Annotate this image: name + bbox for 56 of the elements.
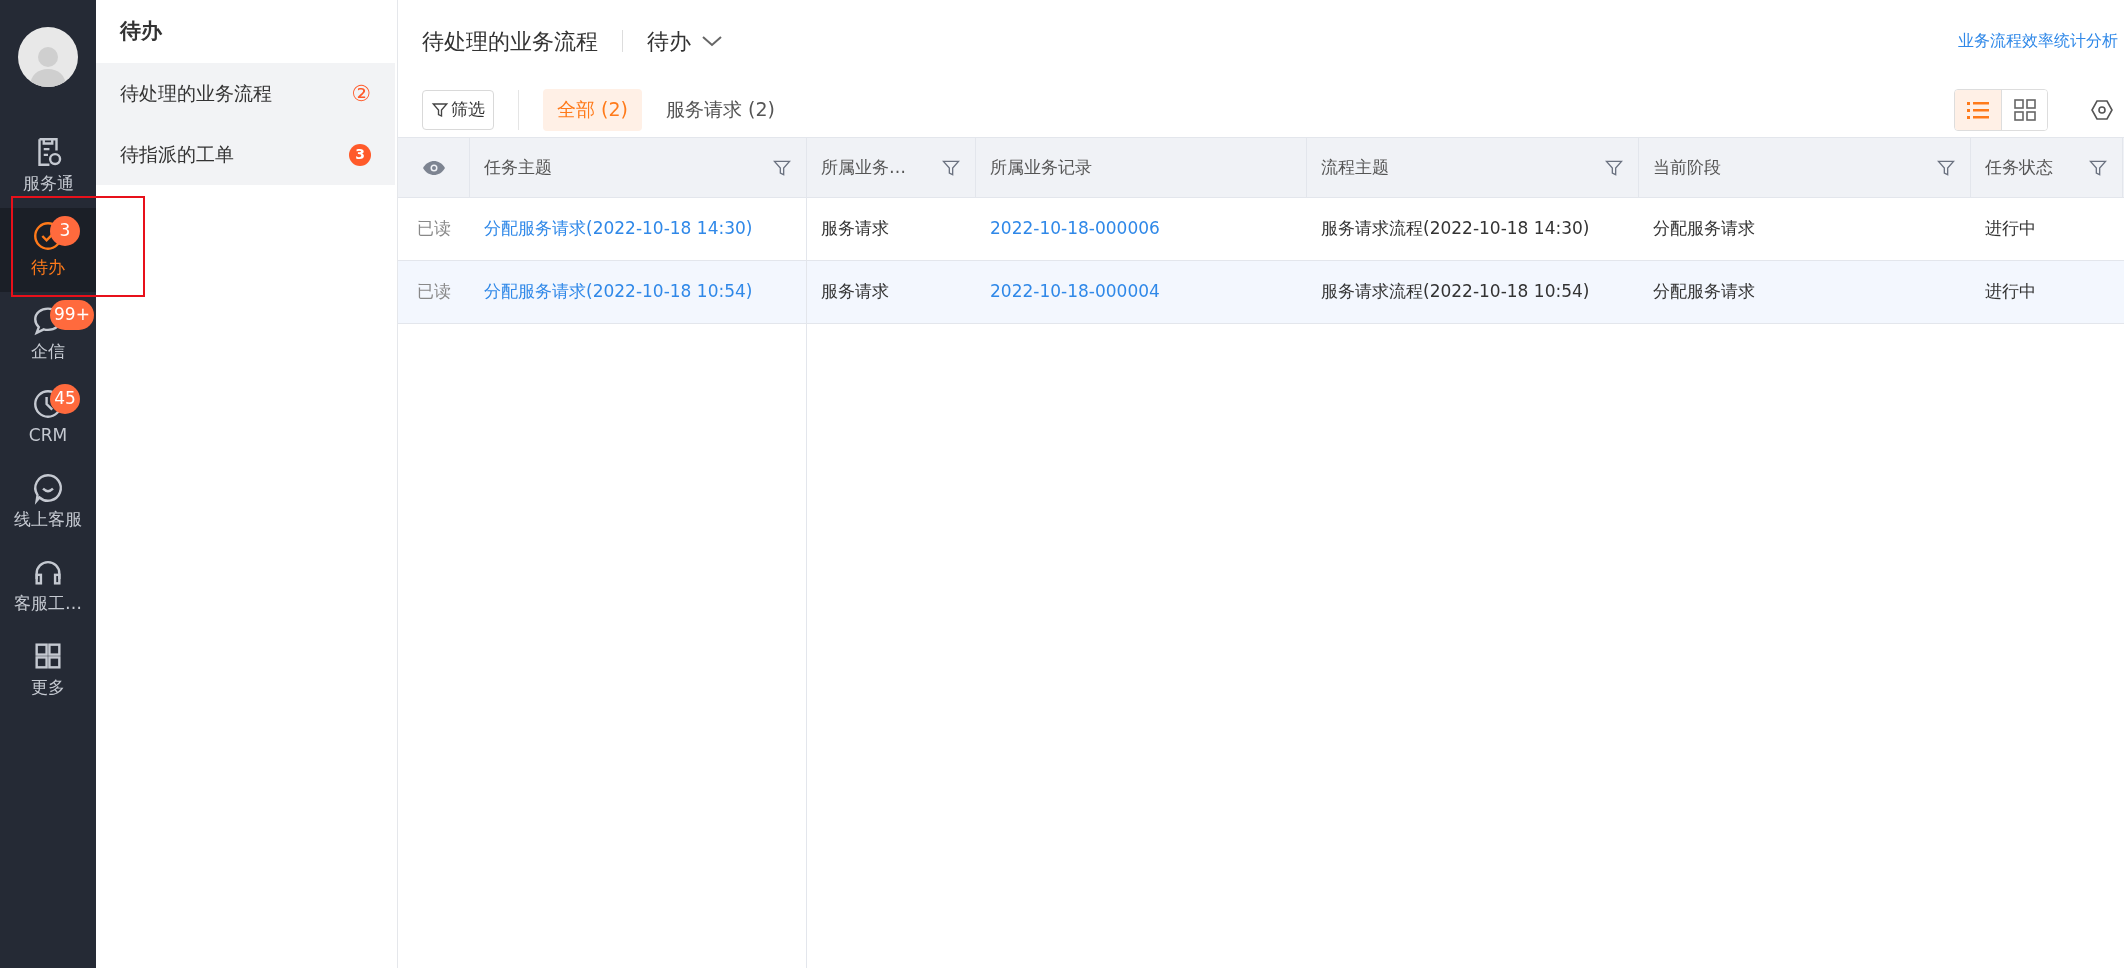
category-tab[interactable]: 服务请求 (2) bbox=[651, 88, 789, 131]
nav-label: 企信 bbox=[31, 340, 65, 364]
count-badge: 3 bbox=[349, 143, 371, 166]
count-badge: 99+ bbox=[50, 300, 94, 330]
filter-button[interactable]: 筛选 bbox=[422, 89, 494, 130]
submenu-item[interactable]: 待指派的工单 3 bbox=[96, 124, 395, 185]
column-title: 所属业务记录 bbox=[990, 155, 1092, 179]
table-cell-text: 分配服务请求 bbox=[1653, 217, 1755, 241]
read-status: 已读 bbox=[417, 280, 451, 304]
list-icon bbox=[1967, 99, 1989, 120]
nav-item[interactable]: 线上客服 bbox=[0, 460, 96, 544]
grid-icon bbox=[2013, 98, 2036, 121]
nav-item[interactable]: 待办 3 bbox=[0, 208, 96, 292]
list-view-button[interactable] bbox=[1955, 89, 2001, 130]
nav-label: CRM bbox=[28, 424, 68, 448]
nav-label: 更多 bbox=[31, 676, 65, 700]
column-title: 任务主题 bbox=[484, 155, 552, 179]
nav-label: 客服工… bbox=[14, 592, 82, 616]
avatar[interactable] bbox=[18, 27, 78, 87]
record-link[interactable]: 2022-10-18-000006 bbox=[990, 216, 1160, 242]
chevron-down-icon bbox=[701, 34, 723, 48]
nav-label: 线上客服 bbox=[14, 508, 82, 532]
nav-item[interactable]: 客服工… bbox=[0, 544, 96, 628]
submenu-title: 待办 bbox=[118, 17, 163, 45]
record-link[interactable]: 分配服务请求(2022-10-18 14:30) bbox=[484, 216, 753, 242]
filter-icon bbox=[431, 100, 449, 119]
grid-view-button[interactable] bbox=[2001, 89, 2047, 130]
table-cell-text: 服务请求流程(2022-10-18 10:54) bbox=[1321, 280, 1590, 304]
eye-icon bbox=[421, 159, 446, 176]
settings-icon[interactable] bbox=[2090, 97, 2114, 122]
count-badge: 3 bbox=[50, 216, 80, 246]
count-label: ② bbox=[351, 82, 371, 105]
nav-label: 服务通 bbox=[22, 172, 74, 196]
nav-item[interactable]: 服务通 bbox=[0, 124, 96, 208]
table-cell-text: 分配服务请求 bbox=[1653, 280, 1755, 304]
table-cell-text: 进行中 bbox=[1985, 217, 2036, 241]
page-title: 待处理的业务流程 bbox=[422, 27, 598, 56]
table-row[interactable]: 已读 分配服务请求(2022-10-18 14:30) 服务请求 2022-10-18-000006 服务请求流程(2022-10-18 14:30) 分配服务请求 进行中 bbox=[398, 198, 2124, 261]
column-title: 任务状态 bbox=[1985, 155, 2053, 179]
read-status: 已读 bbox=[417, 217, 451, 241]
table-cell-text: 服务请求流程(2022-10-18 14:30) bbox=[1321, 217, 1590, 241]
nav-item[interactable]: 更多 bbox=[0, 628, 96, 712]
nav-item[interactable]: 企信 99+ bbox=[0, 292, 96, 376]
statistics-link[interactable]: 业务流程效率统计分析 bbox=[1958, 29, 2118, 53]
column-title: 所属业务… bbox=[821, 155, 906, 179]
table-cell-text: 进行中 bbox=[1985, 280, 2036, 304]
table-cell-text: 服务请求 bbox=[821, 280, 889, 304]
smile-bubble-icon bbox=[31, 471, 65, 506]
nav-item[interactable]: CRM 45 bbox=[0, 376, 96, 460]
submenu-item[interactable]: 待处理的业务流程 ② bbox=[96, 63, 395, 124]
column-title: 流程主题 bbox=[1321, 155, 1389, 179]
column-title: 当前阶段 bbox=[1653, 155, 1721, 179]
table-cell-text: 服务请求 bbox=[821, 217, 889, 241]
view-dropdown[interactable]: 待办 bbox=[647, 24, 723, 58]
count-badge: 45 bbox=[50, 384, 80, 414]
nav-label: 待办 bbox=[31, 256, 65, 280]
